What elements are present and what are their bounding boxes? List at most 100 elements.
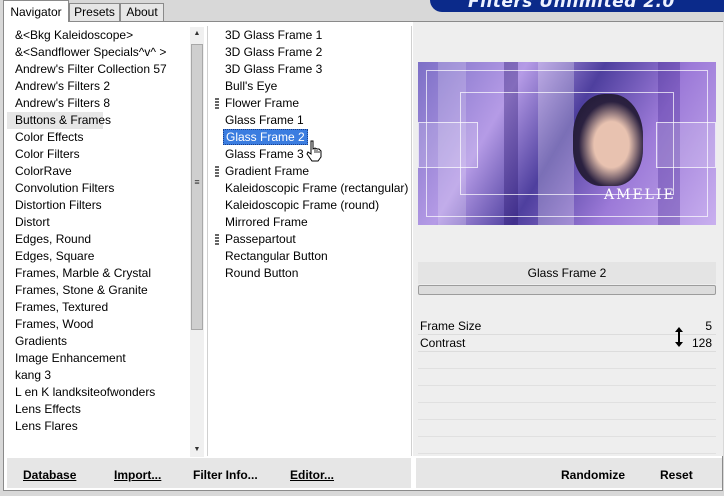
filter-label: Glass Frame 1 (225, 113, 304, 127)
preview-image: AMELIE (418, 62, 716, 225)
editor-button[interactable]: Editor... (290, 468, 334, 482)
list-item[interactable]: Andrew's Filters 2 (7, 78, 189, 95)
list-item[interactable]: Mirrored Frame (213, 214, 409, 231)
filter-label: Glass Frame 2 (223, 129, 308, 145)
category-list[interactable]: &<Bkg Kaleidoscope> &<Sandflower Special… (7, 27, 189, 455)
filter-title: Glass Frame 2 (418, 262, 716, 284)
empty-param-row (418, 369, 716, 386)
database-button[interactable]: Database (23, 468, 76, 482)
reset-button[interactable]: Reset (660, 468, 693, 482)
reset-label: Reset (660, 468, 693, 482)
user-filter-marker-icon (215, 98, 219, 109)
divider (411, 26, 412, 456)
list-item[interactable]: Image Enhancement (7, 350, 189, 367)
list-item[interactable]: Convolution Filters (7, 180, 189, 197)
list-item[interactable]: Round Button (213, 265, 409, 282)
empty-param-row (418, 437, 716, 454)
category-scrollbar[interactable]: ▲ ≡ ▼ (190, 27, 204, 457)
list-item[interactable]: 3D Glass Frame 1 (213, 27, 409, 44)
list-item[interactable]: Kaleidoscopic Frame (round) (213, 197, 409, 214)
list-item[interactable]: Kaleidoscopic Frame (rectangular) (213, 180, 409, 197)
filter-label: Round Button (225, 266, 299, 280)
list-item-selected[interactable]: Buttons & Frames (7, 112, 111, 129)
empty-param-row (418, 403, 716, 420)
hand-cursor-icon (306, 140, 322, 162)
import-label: Import... (114, 468, 162, 482)
list-item[interactable]: Frames, Wood (7, 316, 189, 333)
divider (207, 26, 208, 456)
grip-icon: ≡ (194, 177, 200, 187)
category-scroll-thumb[interactable] (191, 44, 203, 330)
filter-label: Kaleidoscopic Frame (rectangular) (225, 181, 409, 195)
list-item[interactable]: Color Filters (7, 146, 189, 163)
param-name: Frame Size (420, 319, 482, 333)
tab-bar: Navigator Presets About Filters Unlimite… (0, 0, 724, 22)
param-name: Contrast (420, 336, 466, 350)
list-item[interactable]: Bull's Eye (213, 78, 409, 95)
randomize-label: Randomize (561, 468, 626, 482)
list-item[interactable]: Frames, Marble & Crystal (7, 265, 189, 282)
list-item[interactable]: Edges, Round (7, 231, 189, 248)
list-item[interactable]: kang 3 (7, 367, 189, 384)
list-item[interactable]: Frames, Stone & Granite (7, 282, 189, 299)
list-item[interactable]: Rectangular Button (213, 248, 409, 265)
filter-list[interactable]: 3D Glass Frame 1 3D Glass Frame 2 3D Gla… (213, 27, 409, 455)
list-item[interactable]: Glass Frame 1 (213, 112, 409, 129)
filter-label: 3D Glass Frame 3 (225, 62, 323, 76)
filter-info-label: Filter Info... (193, 468, 258, 482)
empty-param-row (418, 386, 716, 403)
user-filter-marker-icon (215, 234, 219, 245)
list-item[interactable]: Andrew's Filter Collection 57 (7, 61, 189, 78)
filter-label: Glass Frame 3 (225, 147, 304, 161)
list-item[interactable]: Passepartout (213, 231, 409, 248)
user-filter-marker-icon (215, 166, 219, 177)
list-item[interactable]: Color Effects (7, 129, 189, 146)
scroll-up-icon[interactable]: ▲ (190, 29, 204, 39)
banner-title: Filters Unlimited 2.0 (468, 0, 675, 12)
filter-label: Rectangular Button (225, 249, 328, 263)
database-label: Database (23, 468, 77, 482)
preview-caption: AMELIE (604, 187, 676, 203)
tab-about[interactable]: About (120, 3, 164, 22)
editor-label: Editor... (290, 468, 335, 482)
list-item[interactable]: 3D Glass Frame 3 (213, 61, 409, 78)
list-item[interactable]: Andrew's Filters 8 (7, 95, 189, 112)
list-item[interactable]: Distort (7, 214, 189, 231)
list-item[interactable]: Distortion Filters (7, 197, 189, 214)
filter-label: Flower Frame (225, 96, 300, 110)
list-item[interactable]: &<Bkg Kaleidoscope> (7, 27, 189, 44)
tab-navigator[interactable]: Navigator (3, 0, 69, 22)
list-item[interactable]: Flower Frame (213, 95, 409, 112)
list-item[interactable]: Lens Effects (7, 401, 189, 418)
param-row[interactable]: Frame Size 5 (418, 318, 716, 335)
empty-param-row (418, 352, 716, 369)
list-item[interactable]: ColorRave (7, 163, 189, 180)
list-item[interactable]: Edges, Square (7, 248, 189, 265)
param-row[interactable]: Contrast 128 (418, 335, 716, 352)
list-item[interactable]: Gradients (7, 333, 189, 350)
filter-label: 3D Glass Frame 2 (225, 45, 323, 59)
filter-label: 3D Glass Frame 1 (225, 28, 323, 42)
preview-zoom-slider[interactable] (418, 285, 716, 295)
param-value[interactable]: 5 (705, 318, 712, 335)
filter-label: Gradient Frame (225, 164, 310, 178)
scroll-down-icon[interactable]: ▼ (190, 445, 204, 455)
list-item[interactable]: &<Sandflower Specials^v^ > (7, 44, 189, 61)
filter-info-button[interactable]: Filter Info... (193, 468, 258, 482)
list-item[interactable]: Gradient Frame (213, 163, 409, 180)
randomize-button[interactable]: Randomize (561, 468, 625, 482)
import-button[interactable]: Import... (114, 468, 161, 482)
filter-label: Kaleidoscopic Frame (round) (225, 198, 380, 212)
bottom-toolbar-right: Randomize Reset (416, 458, 722, 488)
list-item[interactable]: Lens Flares (7, 418, 189, 435)
bottom-toolbar-left: Database Import... Filter Info... Editor… (7, 458, 411, 488)
portrait (573, 94, 643, 186)
tab-presets[interactable]: Presets (69, 3, 120, 22)
list-item[interactable]: 3D Glass Frame 2 (213, 44, 409, 61)
list-item[interactable]: L en K landksiteofwonders (7, 384, 189, 401)
empty-param-row (418, 420, 716, 437)
filter-label: Bull's Eye (225, 79, 278, 93)
filter-label: Mirrored Frame (225, 215, 308, 229)
list-item[interactable]: Frames, Textured (7, 299, 189, 316)
param-value[interactable]: 128 (692, 335, 712, 352)
